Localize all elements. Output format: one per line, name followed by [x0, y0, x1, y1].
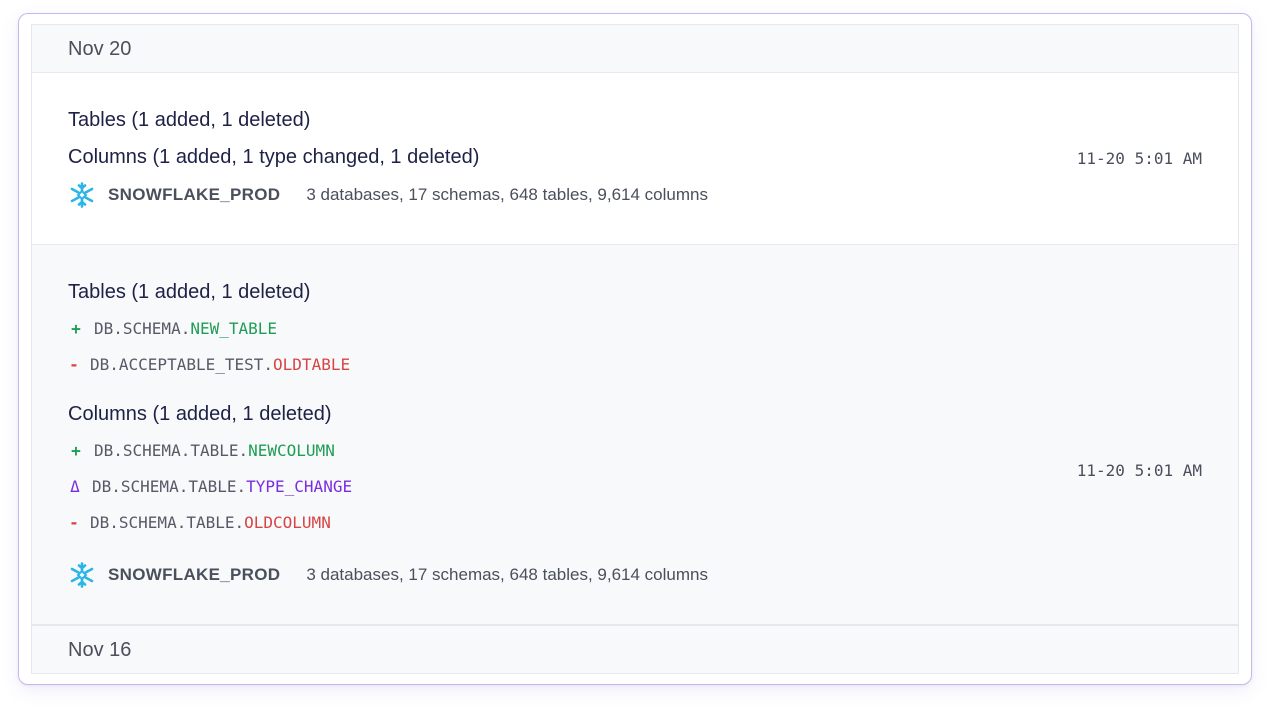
- date-group-header: Nov 20: [32, 25, 1238, 73]
- column-change-item: + DB.SCHEMA.TABLE. NEWCOLUMN: [68, 441, 335, 460]
- change-entry-summary[interactable]: Tables (1 added, 1 deleted) Columns (1 a…: [32, 73, 1238, 245]
- object-path: DB.SCHEMA.TABLE.: [90, 513, 245, 532]
- source-row: SNOWFLAKE_PROD 3 databases, 17 schemas, …: [68, 561, 708, 589]
- object-name: NEWCOLUMN: [248, 441, 335, 460]
- table-change-item: + DB.SCHEMA. NEW_TABLE: [68, 319, 277, 338]
- source-row: SNOWFLAKE_PROD 3 databases, 17 schemas, …: [68, 181, 708, 209]
- source-name: SNOWFLAKE_PROD: [108, 185, 281, 204]
- table-change-item: - DB.ACCEPTABLE_TEST. OLDTABLE: [68, 355, 350, 374]
- source-name: SNOWFLAKE_PROD: [108, 565, 281, 584]
- entry-timestamp: 11-20 5:01 AM: [1076, 461, 1202, 480]
- added-icon: +: [71, 319, 81, 338]
- tables-detail-heading: Tables (1 added, 1 deleted): [68, 281, 311, 303]
- columns-detail-heading: Columns (1 added, 1 deleted): [68, 403, 332, 425]
- object-name: OLDCOLUMN: [244, 513, 331, 532]
- object-name: TYPE_CHANGE: [246, 477, 353, 496]
- deleted-icon: -: [69, 513, 79, 532]
- tables-summary-heading: Tables (1 added, 1 deleted): [68, 109, 311, 131]
- added-icon: +: [71, 441, 81, 460]
- column-change-item: - DB.SCHEMA.TABLE. OLDCOLUMN: [68, 513, 331, 532]
- deleted-icon: -: [69, 355, 79, 374]
- object-path: DB.ACCEPTABLE_TEST.: [90, 355, 274, 374]
- date-group-header: Nov 16: [32, 625, 1238, 673]
- change-entry-detail[interactable]: Tables (1 added, 1 deleted) + DB.SCHEMA.…: [32, 245, 1238, 625]
- object-path: DB.SCHEMA.TABLE.: [94, 441, 249, 460]
- object-name: NEW_TABLE: [190, 319, 278, 338]
- column-change-item: Δ DB.SCHEMA.TABLE. TYPE_CHANGE: [68, 477, 352, 496]
- object-path: DB.SCHEMA.TABLE.: [92, 477, 247, 496]
- schema-change-log-card: Nov 20 Tables (1 added, 1 deleted) Colum…: [18, 13, 1252, 685]
- source-stats: 3 databases, 17 schemas, 648 tables, 9,6…: [306, 565, 708, 584]
- columns-summary-heading: Columns (1 added, 1 type changed, 1 dele…: [68, 146, 480, 168]
- snowflake-icon: [70, 182, 94, 208]
- change-log-panel: Nov 20 Tables (1 added, 1 deleted) Colum…: [31, 24, 1239, 674]
- source-stats: 3 databases, 17 schemas, 648 tables, 9,6…: [306, 185, 708, 204]
- object-name: OLDTABLE: [273, 355, 351, 374]
- snowflake-icon: [70, 562, 94, 588]
- object-path: DB.SCHEMA.: [94, 319, 191, 338]
- changed-icon: Δ: [70, 477, 80, 496]
- entry-timestamp: 11-20 5:01 AM: [1076, 149, 1202, 168]
